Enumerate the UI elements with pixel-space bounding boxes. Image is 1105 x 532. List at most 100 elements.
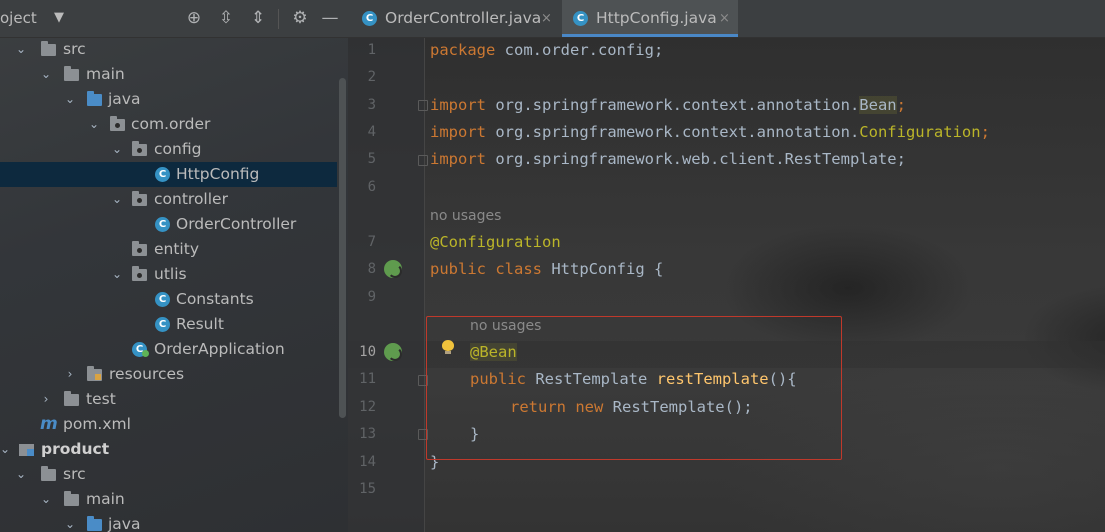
gutter-divider xyxy=(424,38,425,532)
expand-all-icon[interactable]: ⇳ xyxy=(215,8,237,28)
tree-item-product-main[interactable]: ⌄ main xyxy=(0,487,337,512)
tree-item-com-order[interactable]: ⌄ com.order xyxy=(0,112,337,137)
chevron-down-icon[interactable]: ⌄ xyxy=(39,62,53,87)
usages-hint[interactable]: no usages xyxy=(430,206,501,226)
tree-item-constants[interactable]: C Constants xyxy=(0,287,337,312)
chevron-down-icon[interactable]: ⌄ xyxy=(0,437,12,462)
class-icon: C xyxy=(155,167,170,182)
toolbar-divider xyxy=(278,9,279,29)
chevron-down-icon[interactable]: ⌄ xyxy=(14,37,28,62)
spring-bean-gutter-icon[interactable] xyxy=(384,260,402,278)
run-badge-icon xyxy=(142,350,149,357)
tree-item-label: entity xyxy=(154,240,199,258)
maven-icon: m xyxy=(40,414,58,434)
code-text: ; xyxy=(980,123,990,141)
package-icon xyxy=(132,191,147,206)
package-icon xyxy=(110,116,125,131)
tree-item-test[interactable]: › test xyxy=(0,387,337,412)
folder-icon xyxy=(64,491,79,506)
spring-bean-gutter-icon[interactable] xyxy=(384,343,402,361)
tab-httpconfig[interactable]: C HttpConfig.java × xyxy=(562,0,738,37)
tab-label: HttpConfig.java xyxy=(596,9,717,27)
tree-item-main[interactable]: ⌄ main xyxy=(0,62,337,87)
chevron-down-icon[interactable]: ⌄ xyxy=(110,262,124,287)
tree-item-label: controller xyxy=(154,190,228,208)
minimize-icon[interactable]: — xyxy=(319,8,341,28)
tree-item-entity[interactable]: entity xyxy=(0,237,337,262)
tree-item-label: HttpConfig xyxy=(176,165,260,183)
chevron-down-icon[interactable]: ⌄ xyxy=(63,512,77,532)
chevron-down-icon[interactable]: ⌄ xyxy=(14,462,28,487)
keyword: public xyxy=(430,260,486,278)
code-line-3: import org.springframework.context.annot… xyxy=(430,92,1090,119)
keyword: package xyxy=(430,41,496,59)
project-panel-title[interactable]: oject xyxy=(0,9,37,27)
tree-item-controller[interactable]: ⌄ controller xyxy=(0,187,337,212)
project-scrollbar[interactable] xyxy=(339,78,346,418)
source-folder-icon xyxy=(87,91,102,106)
class-icon: C xyxy=(155,217,170,232)
line-number: 9 xyxy=(367,289,376,305)
fold-marker-icon[interactable] xyxy=(418,155,428,166)
chevron-down-icon[interactable]: ⌄ xyxy=(63,87,77,112)
line-number: 10 xyxy=(359,344,376,360)
keyword: import xyxy=(430,150,486,168)
tree-item-product-src[interactable]: ⌄ src xyxy=(0,462,337,487)
package-icon xyxy=(132,266,147,281)
line-number: 5 xyxy=(367,151,376,167)
code-line-5: import org.springframework.web.client.Re… xyxy=(430,146,1090,173)
code-line-4: import org.springframework.context.annot… xyxy=(430,119,1090,146)
tree-item-httpconfig[interactable]: C HttpConfig xyxy=(0,162,337,187)
close-icon[interactable]: × xyxy=(719,0,730,37)
close-icon[interactable]: × xyxy=(541,0,552,37)
tree-item-resources[interactable]: › resources xyxy=(0,362,337,387)
tab-ordercontroller[interactable]: C OrderController.java × xyxy=(348,0,560,37)
tree-item-orderapplication[interactable]: C OrderApplication xyxy=(0,337,337,362)
tree-item-label: Constants xyxy=(176,290,254,308)
chevron-down-icon[interactable]: ⌄ xyxy=(110,187,124,212)
code-line-7: @Configuration xyxy=(430,229,1090,256)
locate-icon[interactable]: ⊕ xyxy=(183,8,205,28)
editor-tabs: C OrderController.java × C HttpConfig.ja… xyxy=(348,0,1105,38)
keyword: import xyxy=(430,96,486,114)
package-icon xyxy=(132,141,147,156)
class-icon: C xyxy=(155,317,170,332)
tree-item-utlis[interactable]: ⌄ utlis xyxy=(0,262,337,287)
line-number: 4 xyxy=(367,124,376,140)
tree-item-product[interactable]: ⌄ product xyxy=(0,437,337,462)
tree-item-label: product xyxy=(41,440,110,458)
chevron-down-icon[interactable]: ▼ xyxy=(54,10,64,25)
keyword: import xyxy=(430,123,486,141)
line-number: 13 xyxy=(359,426,376,442)
highlight-box xyxy=(426,316,842,460)
tree-item-label: main xyxy=(86,490,125,508)
code-editor[interactable]: 1 2 3 4 5 6 7 8 9 10 11 12 13 14 15 pack… xyxy=(348,38,1105,532)
tree-item-result[interactable]: C Result xyxy=(0,312,337,337)
line-number: 3 xyxy=(367,97,376,113)
collapse-all-icon[interactable]: ⇕ xyxy=(247,8,269,28)
tree-item-src[interactable]: ⌄ src xyxy=(0,37,337,62)
tree-item-product-java[interactable]: ⌄ java xyxy=(0,512,337,532)
tab-label: OrderController.java xyxy=(385,9,542,27)
code-text: Bean xyxy=(859,96,897,114)
gear-icon[interactable]: ⚙ xyxy=(289,8,311,28)
chevron-right-icon[interactable]: › xyxy=(63,362,77,387)
tree-item-label: Result xyxy=(176,315,224,333)
code-text: Configuration xyxy=(859,123,981,141)
tree-item-label: src xyxy=(63,40,86,58)
chevron-down-icon[interactable]: ⌄ xyxy=(110,137,124,162)
line-number: 14 xyxy=(359,454,376,470)
tree-item-java[interactable]: ⌄ java xyxy=(0,87,337,112)
chevron-down-icon[interactable]: ⌄ xyxy=(87,112,101,137)
class-icon: C xyxy=(362,11,377,26)
tree-item-pom-xml[interactable]: m pom.xml xyxy=(0,412,337,437)
tree-item-label: pom.xml xyxy=(63,415,131,433)
fold-marker-icon[interactable] xyxy=(418,100,428,111)
tree-item-config[interactable]: ⌄ config xyxy=(0,137,337,162)
package-icon xyxy=(132,241,147,256)
code-text: org.springframework.context.annotation. xyxy=(486,96,860,114)
tree-item-ordercontroller[interactable]: C OrderController xyxy=(0,212,337,237)
chevron-down-icon[interactable]: ⌄ xyxy=(39,487,53,512)
chevron-right-icon[interactable]: › xyxy=(39,387,53,412)
folder-icon xyxy=(64,391,79,406)
